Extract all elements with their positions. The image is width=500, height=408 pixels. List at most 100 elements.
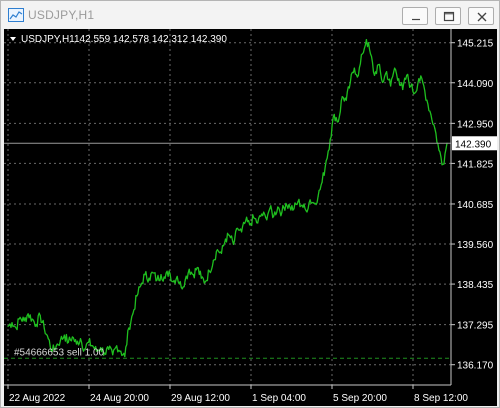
chart-canvas[interactable]: #54666653 sell 1.00 142.390 145.215 144.0…: [4, 29, 497, 406]
price-point: [164, 277, 166, 279]
terminal-chart-window: USDJPY,H1 #54666653 sell 1.00 142.390 14…: [0, 0, 500, 408]
price-point: [337, 120, 339, 123]
price-point: [377, 64, 380, 66]
price-point: [47, 338, 49, 340]
price-point: [361, 53, 364, 55]
chart-header: USDJPY,H1 142.559 142.578 142.312 142.39…: [10, 34, 227, 45]
price-point: [128, 327, 130, 329]
y-tick-label: 137.295: [457, 321, 494, 332]
y-tick-label: 141.825: [457, 159, 494, 170]
price-point: [402, 88, 404, 91]
price-point: [140, 284, 142, 286]
price-point: [23, 320, 25, 322]
price-point: [27, 313, 29, 315]
order-label: #54666653 sell 1.00: [14, 347, 105, 358]
symbol-timeframe-label: USDJPY,H1: [21, 34, 75, 45]
price-point: [216, 249, 219, 251]
price-point: [176, 275, 178, 278]
price-point: [333, 113, 335, 116]
price-point: [188, 268, 190, 270]
y-tick-label: 142.950: [457, 119, 494, 130]
price-point: [434, 128, 436, 130]
price-point: [353, 67, 355, 69]
order-line-group[interactable]: #54666653 sell 1.00: [4, 347, 451, 359]
y-tick-label: 145.215: [457, 39, 494, 50]
price-point: [43, 327, 45, 329]
dropdown-triangle-icon[interactable]: [10, 37, 16, 41]
price-point: [422, 81, 424, 83]
price-point: [240, 231, 243, 233]
price-point: [293, 208, 295, 210]
price-point: [418, 78, 420, 80]
price-point: [426, 99, 428, 101]
price-point: [305, 209, 307, 212]
price-point: [442, 163, 444, 165]
price-point: [265, 217, 267, 219]
price-point: [63, 334, 65, 336]
minimize-icon: [412, 18, 420, 21]
close-icon: [477, 12, 487, 22]
price-point: [200, 277, 202, 279]
price-point: [281, 211, 283, 213]
price-point: [357, 74, 359, 76]
window-title: USDJPY,H1: [28, 8, 95, 22]
price-point: [160, 274, 162, 276]
price-point: [204, 281, 206, 283]
chart-window-icon: [8, 8, 24, 22]
price-point: [132, 313, 134, 315]
price-point: [438, 149, 440, 151]
price-point: [269, 208, 271, 210]
price-point: [168, 270, 170, 272]
price-point: [71, 336, 74, 338]
price-point: [390, 85, 392, 87]
price-line-series: [7, 39, 448, 358]
price-point: [224, 238, 227, 240]
x-tick-label: 24 Aug 20:00: [90, 393, 149, 404]
close-button[interactable]: [468, 7, 494, 25]
price-point: [116, 345, 118, 347]
minimize-button[interactable]: [402, 7, 428, 25]
price-point: [309, 199, 311, 201]
title-bar[interactable]: USDJPY,H1: [1, 1, 499, 29]
price-point: [285, 202, 287, 205]
price-point: [104, 352, 106, 354]
price-point: [349, 81, 351, 83]
price-point: [236, 227, 239, 229]
price-point: [87, 341, 90, 343]
price-point: [317, 195, 319, 197]
price-point: [325, 160, 327, 162]
price-point: [245, 220, 247, 222]
x-tick-label: 8 Sep 12:00: [414, 393, 468, 404]
current-price-line-group: 142.390: [4, 136, 497, 151]
current-price-label: 142.390: [455, 139, 492, 150]
x-tick-label: 29 Aug 12:00: [171, 393, 230, 404]
price-point: [410, 85, 412, 87]
price-point: [313, 202, 315, 205]
price-point: [196, 266, 198, 269]
price-point: [369, 53, 372, 55]
maximize-button[interactable]: [435, 7, 461, 25]
price-point: [232, 243, 235, 245]
price-point: [91, 345, 94, 347]
y-tick-label: 144.090: [457, 79, 494, 90]
price-point: [365, 39, 368, 41]
price-point: [277, 206, 279, 208]
y-tick-label: 136.170: [457, 361, 494, 372]
x-tick-label: 22 Aug 2022: [9, 393, 66, 404]
price-point: [373, 74, 376, 76]
price-point: [414, 92, 416, 94]
price-point: [341, 96, 343, 98]
price-point: [301, 204, 303, 206]
price-chart[interactable]: #54666653 sell 1.00 142.390 145.215 144.0…: [4, 29, 497, 406]
price-point: [192, 274, 194, 276]
price-point: [180, 286, 182, 288]
maximize-icon: [443, 11, 455, 22]
price-point: [273, 215, 275, 217]
price-point: [184, 279, 186, 281]
price-point: [31, 318, 33, 320]
price-point: [220, 252, 223, 254]
price-point: [75, 343, 78, 345]
price-point: [345, 99, 347, 101]
price-point: [381, 81, 384, 83]
price-point: [15, 327, 17, 329]
